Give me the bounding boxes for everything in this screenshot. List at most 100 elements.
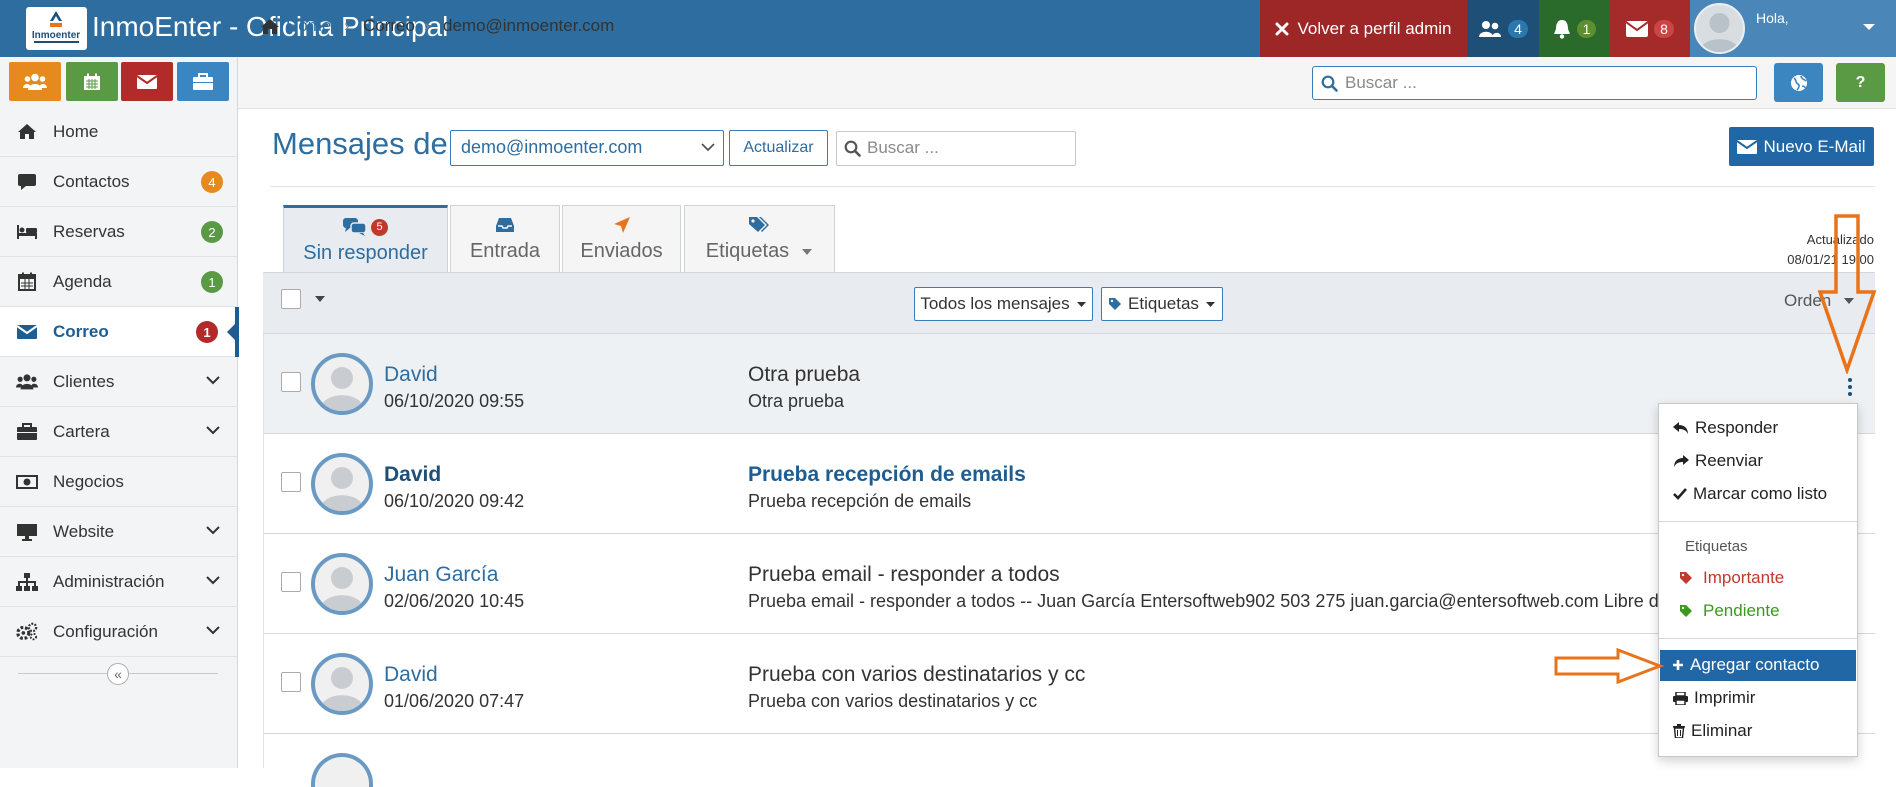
message-row[interactable]: Juan García 02/06/2020 10:45 Prueba emai… bbox=[263, 534, 1875, 634]
message-checkbox[interactable] bbox=[281, 372, 301, 392]
quick-calendar-button[interactable] bbox=[66, 62, 118, 101]
close-icon bbox=[1275, 22, 1289, 36]
sidebar-item-configuracion[interactable]: Configuración bbox=[0, 607, 238, 657]
breadcrumb-current: demo@inmoenter.com bbox=[443, 16, 615, 35]
menu-item-reply[interactable]: Responder bbox=[1673, 418, 1778, 438]
filter-tags-dropdown[interactable]: Etiquetas bbox=[1101, 287, 1223, 321]
tab-enviados[interactable]: Enviados bbox=[562, 205, 681, 272]
chevron-down-icon bbox=[206, 376, 220, 385]
user-greeting: Hola, bbox=[1756, 10, 1789, 26]
sidebar-item-home[interactable]: Home bbox=[0, 107, 238, 157]
sidebar-item-cartera[interactable]: Cartera bbox=[0, 407, 238, 457]
menu-item-delete[interactable]: Eliminar bbox=[1673, 721, 1752, 741]
sidebar-item-label: Configuración bbox=[53, 621, 158, 641]
message-context-menu: Responder Reenviar Marcar como listo Eti… bbox=[1658, 403, 1858, 757]
search-icon bbox=[844, 140, 861, 157]
tab-entrada[interactable]: Entrada bbox=[450, 205, 560, 272]
sidebar-item-agenda[interactable]: Agenda 1 bbox=[0, 257, 238, 307]
update-button[interactable]: Actualizar bbox=[729, 130, 828, 166]
sidebar-item-negocios[interactable]: Negocios bbox=[0, 457, 238, 507]
chevron-down-icon bbox=[206, 426, 220, 435]
message-sender: Juan García bbox=[384, 563, 499, 586]
reply-icon bbox=[1673, 421, 1689, 435]
sidebar-item-website[interactable]: Website bbox=[0, 507, 238, 557]
menu-item-tag-important[interactable]: Importante bbox=[1679, 568, 1784, 588]
desktop-icon bbox=[16, 522, 38, 542]
select-options-caret-icon[interactable] bbox=[314, 295, 326, 303]
menu-divider bbox=[1659, 521, 1857, 522]
sidebar-item-administracion[interactable]: Administración bbox=[0, 557, 238, 607]
menu-item-label: Pendiente bbox=[1703, 601, 1780, 620]
quick-mail-button[interactable] bbox=[121, 62, 173, 101]
filter-all-messages-dropdown[interactable]: Todos los mensajes bbox=[914, 287, 1093, 321]
message-checkbox[interactable] bbox=[281, 672, 301, 692]
menu-item-label: Marcar como listo bbox=[1693, 484, 1828, 503]
plus-icon bbox=[1672, 659, 1684, 671]
tab-sin-responder[interactable]: 5 Sin responder bbox=[283, 205, 448, 272]
menu-item-label: Importante bbox=[1703, 568, 1785, 587]
quick-contacts-button[interactable] bbox=[9, 62, 61, 101]
message-subject: Otra prueba bbox=[748, 363, 861, 386]
sidebar-item-label: Home bbox=[53, 121, 99, 141]
message-checkbox[interactable] bbox=[281, 572, 301, 592]
app-logo[interactable]: Inmoenter bbox=[26, 7, 87, 50]
message-search bbox=[836, 131, 1076, 166]
notifications-counter-button[interactable]: 1 bbox=[1539, 0, 1610, 57]
message-row[interactable]: David 06/10/2020 09:42 Prueba recepción … bbox=[263, 434, 1875, 534]
global-search-input[interactable] bbox=[1345, 72, 1745, 94]
comments-icon bbox=[343, 218, 367, 236]
chevron-down-icon bbox=[1862, 22, 1876, 32]
user-menu[interactable]: Hola, bbox=[1690, 0, 1896, 57]
message-actions-kebab-icon[interactable] bbox=[1846, 378, 1854, 396]
notifications-count-badge: 1 bbox=[1576, 19, 1597, 38]
messages-counter-button[interactable]: 8 bbox=[1610, 0, 1690, 57]
sidebar-item-reservas[interactable]: Reservas 2 bbox=[0, 207, 238, 257]
menu-item-label: Agregar contacto bbox=[1690, 655, 1820, 674]
chevron-down-icon bbox=[701, 143, 715, 152]
new-email-button[interactable]: Nuevo E-Mail bbox=[1729, 127, 1874, 166]
message-subject: Prueba recepción de emails bbox=[748, 463, 1026, 486]
message-checkbox[interactable] bbox=[281, 472, 301, 492]
account-select[interactable]: demo@inmoenter.com bbox=[450, 130, 724, 166]
cogs-icon bbox=[16, 622, 38, 642]
envelope-icon bbox=[16, 322, 38, 342]
message-row[interactable]: David 06/10/2020 09:55 Otra prueba Otra … bbox=[263, 334, 1875, 434]
global-search bbox=[1312, 66, 1757, 100]
select-all-checkbox[interactable] bbox=[281, 289, 301, 309]
sidebar-item-clientes[interactable]: Clientes bbox=[0, 357, 238, 407]
reservas-count-badge: 2 bbox=[201, 221, 223, 243]
annotation-arrow-right-icon bbox=[1554, 648, 1664, 684]
globe-icon bbox=[1790, 74, 1808, 92]
caret-down-icon bbox=[801, 248, 813, 256]
bell-icon bbox=[1553, 19, 1571, 39]
user-avatar bbox=[1694, 3, 1745, 54]
message-search-input[interactable] bbox=[867, 137, 1067, 159]
sidebar-item-contactos[interactable]: Contactos 4 bbox=[0, 157, 238, 207]
quick-portfolio-button[interactable] bbox=[177, 62, 229, 101]
briefcase-icon bbox=[193, 73, 213, 90]
page-title: Mensajes de bbox=[272, 126, 448, 161]
menu-item-add-contact[interactable]: Agregar contacto bbox=[1672, 655, 1819, 675]
sidebar-item-label: Website bbox=[53, 521, 115, 541]
menu-item-print[interactable]: Imprimir bbox=[1673, 688, 1755, 708]
breadcrumb-section[interactable]: Correo bbox=[363, 16, 415, 36]
annotation-arrow-down-icon bbox=[1818, 214, 1877, 374]
home-icon bbox=[260, 18, 280, 35]
menu-item-label: Imprimir bbox=[1694, 688, 1756, 707]
envelope-icon bbox=[137, 74, 157, 89]
filter-tags-label: Etiquetas bbox=[1128, 294, 1199, 313]
menu-item-mark-done[interactable]: Marcar como listo bbox=[1673, 484, 1827, 504]
website-globe-button[interactable] bbox=[1774, 63, 1823, 102]
users-counter-button[interactable]: 4 bbox=[1467, 0, 1539, 57]
back-to-admin-button[interactable]: Volver a perfil admin bbox=[1260, 0, 1467, 57]
menu-item-forward[interactable]: Reenviar bbox=[1673, 451, 1763, 471]
breadcrumb-home[interactable]: Home bbox=[260, 16, 331, 36]
sidebar-item-correo[interactable]: Correo 1 bbox=[0, 307, 239, 357]
collapse-sidebar-button[interactable]: « bbox=[107, 663, 129, 685]
menu-item-tag-pending[interactable]: Pendiente bbox=[1679, 601, 1780, 621]
tab-etiquetas[interactable]: Etiquetas bbox=[684, 205, 835, 272]
message-row[interactable] bbox=[263, 734, 1875, 787]
help-button[interactable]: ? bbox=[1836, 63, 1885, 102]
sidebar-nav: Home Contactos 4 Reservas 2 Agenda 1 Cor… bbox=[0, 107, 239, 657]
chevron-down-icon bbox=[206, 576, 220, 585]
